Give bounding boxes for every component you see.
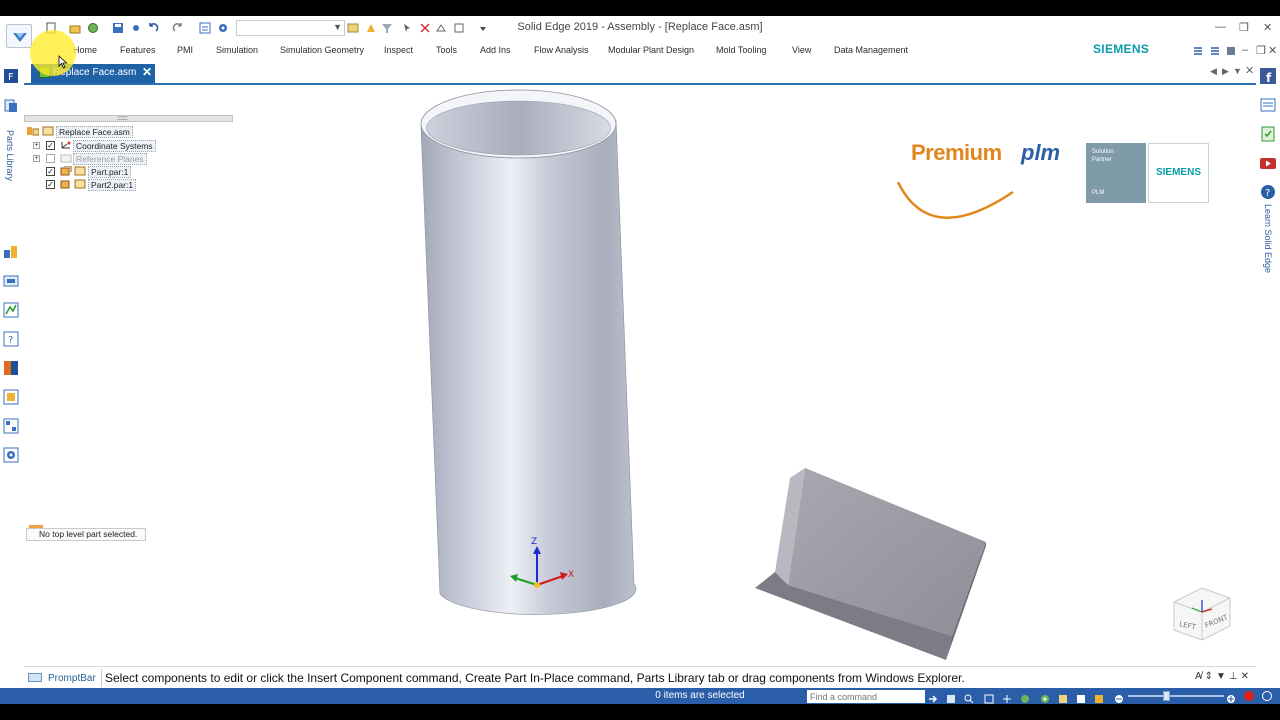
view-orientation-icon[interactable] (1058, 691, 1068, 703)
fit-icon[interactable] (984, 691, 994, 704)
triad-z-label: Z (531, 537, 537, 547)
partner-line3: PLM (1092, 190, 1105, 196)
zoom-in-icon[interactable] (1226, 691, 1236, 703)
zoom-area-icon[interactable] (946, 691, 956, 703)
zoom-icon[interactable] (964, 691, 974, 704)
zoom-out-icon[interactable] (1114, 691, 1124, 703)
view-cube[interactable]: LEFT FRONT (1170, 582, 1234, 642)
box-part[interactable] (755, 468, 986, 660)
zoom-slider-thumb[interactable] (1163, 691, 1170, 701)
promptbar-icon (28, 673, 42, 682)
record-icon[interactable] (1244, 691, 1254, 701)
view-styles-icon[interactable] (1094, 691, 1104, 703)
promptbar-message: Select components to edit or click the I… (105, 671, 965, 685)
zoom-slider-track[interactable] (1128, 695, 1224, 697)
solution-partner-badge: Solution Partner PLM (1086, 143, 1146, 203)
graphics-window[interactable]: Z X (0, 16, 1280, 704)
cursor-highlight (30, 30, 76, 76)
cylinder-part[interactable] (420, 89, 637, 615)
selection-count: 0 items are selected (655, 690, 745, 701)
stop-icon[interactable] (1262, 691, 1272, 701)
rotate-icon[interactable] (1020, 691, 1030, 703)
promptbar-controls-icon[interactable]: A̸⇕▼⊥✕ (1195, 671, 1252, 682)
solid-edge-window: ▼ Solid Edge 2019 - Assembly - [Replace … (0, 16, 1280, 704)
triad-x-label: X (568, 570, 574, 580)
status-bar: 0 items are selected (0, 688, 1280, 704)
arrow-right-icon[interactable] (928, 691, 938, 703)
premium-plm-logo: Premium plm (895, 140, 1070, 226)
partner-line1: Solution (1092, 149, 1114, 155)
logo-swoosh-icon (896, 181, 1014, 219)
find-command-input[interactable] (807, 690, 925, 703)
promptbar-label[interactable]: PromptBar (48, 673, 96, 684)
mouse-cursor-icon (58, 55, 68, 69)
prompt-bar: PromptBar Select components to edit or c… (24, 666, 1256, 688)
divider (101, 669, 102, 687)
pan-icon[interactable] (1002, 691, 1012, 703)
spin-about-icon[interactable] (1040, 691, 1050, 703)
styles-icon[interactable] (1076, 691, 1086, 703)
partner-line2: Partner (1092, 157, 1112, 163)
siemens-partner-badge: SIEMENS (1148, 143, 1209, 203)
